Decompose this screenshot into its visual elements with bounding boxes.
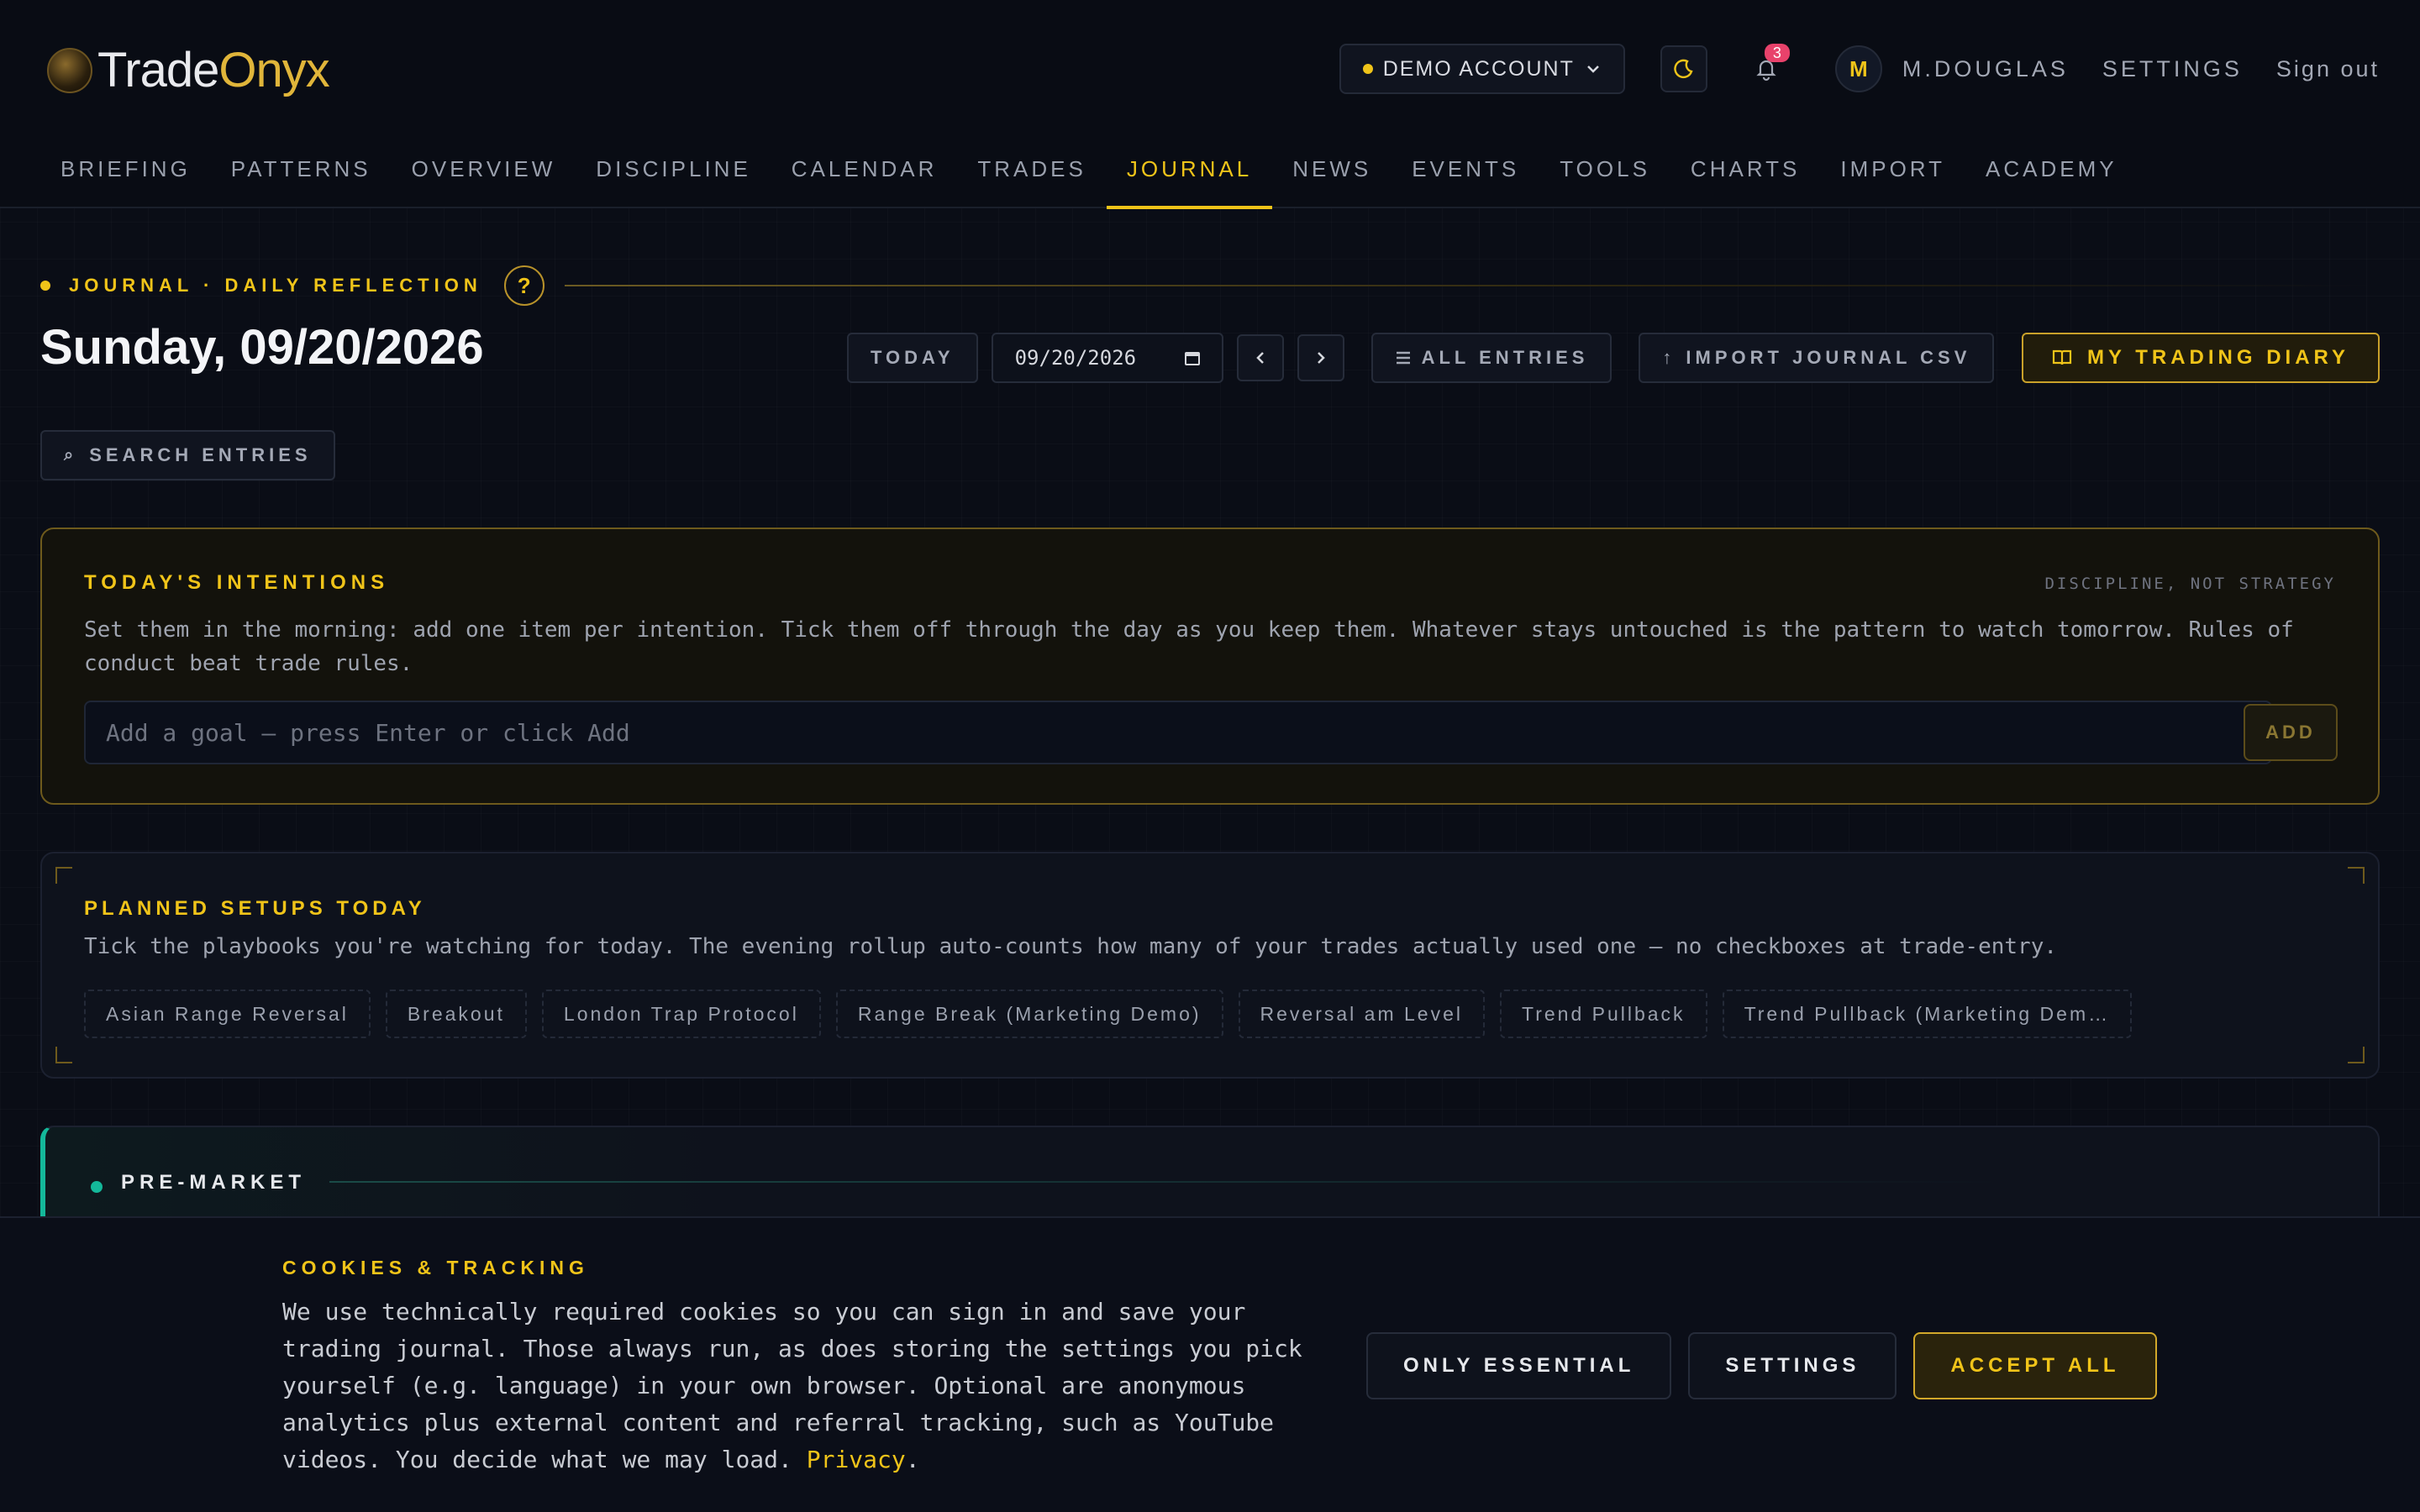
only-essential-button[interactable]: ONLY ESSENTIAL [1366, 1332, 1672, 1399]
date-picker[interactable]: 09/20/2026 [991, 333, 1223, 383]
brand-name-a: Trade [97, 43, 219, 97]
intentions-tag: DISCIPLINE, NOT STRATEGY [2044, 575, 2336, 593]
logo-icon [47, 47, 92, 93]
setup-chip[interactable]: Asian Range Reversal [84, 990, 371, 1038]
setup-chip-list: Asian Range Reversal Breakout London Tra… [84, 990, 2133, 1038]
privacy-link[interactable]: Privacy [807, 1446, 906, 1473]
previous-day-button[interactable] [1236, 334, 1284, 381]
intentions-description: Set them in the morning: add one item pe… [84, 617, 2294, 676]
setup-chip[interactable]: Breakout [385, 990, 527, 1038]
nav-tools[interactable]: TOOLS [1539, 143, 1670, 207]
search-entries-label: SEARCH ENTRIES [89, 444, 312, 465]
list-icon [1396, 351, 1410, 365]
breadcrumb-label: JOURNAL · DAILY REFLECTION [69, 275, 482, 296]
today-button[interactable]: TODAY [847, 333, 978, 383]
my-trading-diary-label: MY TRADING DIARY [2086, 346, 2349, 369]
date-toolbar: TODAY 09/20/2026 ALL ENTRIES ↑ IMPORT JO… [847, 333, 1995, 383]
nav-calendar[interactable]: CALENDAR [771, 143, 958, 207]
pre-market-title: PRE-MARKET [121, 1171, 306, 1194]
header-actions: DEMO ACCOUNT 3 M M.DOUGLAS SETTINGS Sign… [1339, 44, 2380, 94]
import-journal-csv-label: IMPORT JOURNAL CSV [1686, 347, 1971, 368]
search-icon: ⌕ [64, 445, 78, 465]
calendar-icon [1184, 352, 1200, 365]
nav-import[interactable]: IMPORT [1820, 143, 1965, 207]
nav-charts[interactable]: CHARTS [1670, 143, 1820, 207]
setup-chip[interactable]: Range Break (Marketing Demo) [835, 990, 1223, 1038]
nav-patterns[interactable]: PATTERNS [211, 143, 392, 207]
nav-overview[interactable]: OVERVIEW [392, 143, 576, 207]
pre-market-dot [91, 1181, 103, 1193]
cookie-description: We use technically required cookies so y… [282, 1298, 1302, 1473]
breadcrumb: JOURNAL · DAILY REFLECTION ? [40, 265, 2380, 306]
corner-mark [55, 1047, 72, 1063]
nav-events[interactable]: EVENTS [1392, 143, 1539, 207]
corner-mark [2348, 1047, 2365, 1063]
moon-icon [1674, 59, 1693, 79]
brand-name: TradeOnyx [97, 42, 330, 98]
upload-icon: ↑ [1662, 347, 1676, 368]
corner-mark [2348, 867, 2365, 884]
notification-count-badge: 3 [1764, 44, 1790, 62]
book-icon [2052, 349, 2072, 365]
setup-chip[interactable]: Reversal am Level [1238, 990, 1485, 1038]
planned-setups-card: PLANNED SETUPS TODAY Tick the playbooks … [40, 852, 2380, 1079]
nav-journal[interactable]: JOURNAL [1106, 143, 1273, 209]
import-journal-csv-button[interactable]: ↑ IMPORT JOURNAL CSV [1639, 333, 1995, 383]
top-header: TradeOnyx DEMO ACCOUNT 3 M M.DOUGLAS SET… [0, 0, 2420, 209]
next-day-button[interactable] [1297, 334, 1344, 381]
all-entries-button[interactable]: ALL ENTRIES [1370, 333, 1612, 383]
chevron-left-icon [1255, 352, 1264, 364]
brand-name-b: Onyx [218, 43, 329, 97]
user-name-link[interactable]: M.DOUGLAS [1902, 56, 2069, 82]
my-trading-diary-button[interactable]: MY TRADING DIARY [2021, 333, 2380, 383]
chevron-down-icon [1586, 66, 1599, 73]
nav-discipline[interactable]: DISCIPLINE [576, 143, 771, 207]
notifications-button[interactable]: 3 [1743, 44, 1790, 92]
account-label: DEMO ACCOUNT [1382, 56, 1575, 81]
theme-toggle-button[interactable] [1660, 45, 1707, 92]
accept-all-button[interactable]: ACCEPT ALL [1913, 1332, 2157, 1399]
pre-market-divider [329, 1181, 2010, 1183]
corner-mark [55, 867, 72, 884]
main-nav: BRIEFING PATTERNS OVERVIEW DISCIPLINE CA… [40, 143, 2138, 209]
breadcrumb-dot [40, 281, 50, 291]
setup-chip[interactable]: Trend Pullback [1500, 990, 1707, 1038]
cookie-banner: COOKIES & TRACKING We use technically re… [0, 1216, 2420, 1512]
brand-logo[interactable]: TradeOnyx [47, 42, 330, 98]
nav-trades[interactable]: TRADES [957, 143, 1106, 207]
add-goal-button[interactable]: ADD [2244, 704, 2338, 761]
cookie-title: COOKIES & TRACKING [282, 1257, 589, 1278]
cookie-actions: ONLY ESSENTIAL SETTINGS ACCEPT ALL [1366, 1332, 2157, 1399]
cookie-settings-button[interactable]: SETTINGS [1688, 1332, 1897, 1399]
planned-setups-description: Tick the playbooks you're watching for t… [84, 934, 2057, 959]
nav-academy[interactable]: ACADEMY [1965, 143, 2138, 207]
page-title: Sunday, 09/20/2026 [40, 320, 484, 375]
nav-news[interactable]: NEWS [1272, 143, 1392, 207]
planned-setups-title: PLANNED SETUPS TODAY [84, 897, 426, 920]
sign-out-link[interactable]: Sign out [2276, 56, 2380, 82]
breadcrumb-divider [564, 285, 2380, 286]
intentions-card: TODAY'S INTENTIONS DISCIPLINE, NOT STRAT… [40, 528, 2380, 805]
chevron-right-icon [1317, 352, 1325, 364]
nav-briefing[interactable]: BRIEFING [40, 143, 211, 207]
help-button[interactable]: ? [503, 265, 544, 306]
date-value: 09/20/2026 [1014, 346, 1137, 370]
intentions-title: TODAY'S INTENTIONS [84, 571, 390, 594]
account-switcher[interactable]: DEMO ACCOUNT [1339, 44, 1625, 94]
search-entries-button[interactable]: ⌕ SEARCH ENTRIES [40, 430, 335, 480]
settings-link[interactable]: SETTINGS [2102, 56, 2243, 82]
setup-chip[interactable]: Trend Pullback (Marketing Dem… [1722, 990, 2133, 1038]
setup-chip[interactable]: London Trap Protocol [541, 990, 821, 1038]
all-entries-label: ALL ENTRIES [1421, 347, 1589, 368]
avatar[interactable]: M [1834, 45, 1882, 92]
goal-input[interactable] [84, 701, 2272, 764]
account-status-dot [1362, 64, 1373, 74]
cookie-text: We use technically required cookies so y… [282, 1298, 1302, 1473]
